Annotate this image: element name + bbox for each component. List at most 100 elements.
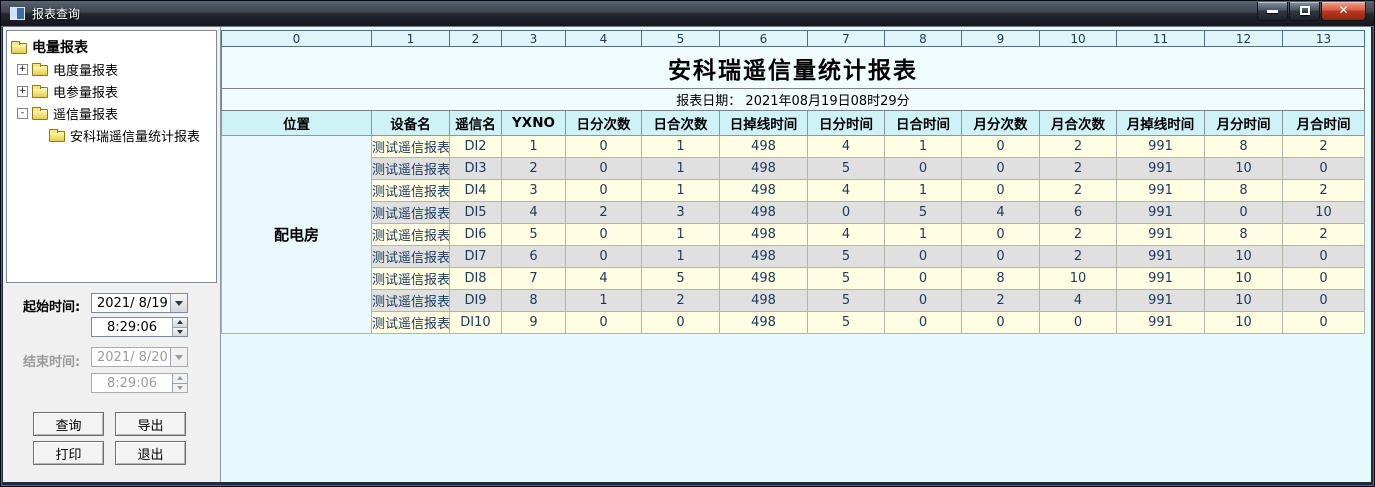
grid-cell: 10: [1283, 202, 1365, 224]
grid-cell: 5: [808, 290, 885, 312]
end-date-value: 2021/ 8/20: [92, 350, 170, 365]
grid-cell: 0: [1283, 268, 1365, 290]
grid-cell: 1: [502, 136, 566, 158]
tree-item[interactable]: -遥信量报表: [9, 102, 214, 124]
start-date-dropdown-button[interactable]: [170, 294, 187, 312]
grid-cell: 8: [502, 290, 566, 312]
grid-cell: 0: [1283, 158, 1365, 180]
grid-cell: 1: [642, 246, 720, 268]
grid-cell: 4: [566, 268, 642, 290]
end-time-updown: [172, 374, 187, 392]
header-row: 位置设备名遥信名YXNO日分次数日合次数日掉线时间日分时间日合时间月分次数月合次…: [222, 111, 1365, 136]
grid-cell: 测试遥信报表: [372, 312, 450, 334]
grid-cell: 9: [502, 312, 566, 334]
spin-down-button[interactable]: [173, 327, 187, 337]
grid-cell: 991: [1117, 136, 1205, 158]
grid-cell: 测试遥信报表: [372, 268, 450, 290]
column-header-cell: 日合时间: [885, 111, 962, 136]
grid-cell: 测试遥信报表: [372, 224, 450, 246]
collapse-icon[interactable]: -: [17, 108, 28, 119]
grid-cell: DI3: [450, 158, 502, 180]
grid-cell: 0: [1283, 312, 1365, 334]
grid-cell: 6: [1040, 202, 1117, 224]
grid-cell: 2: [642, 290, 720, 312]
grid-cell: 2: [1283, 136, 1365, 158]
column-header-cell: 月合次数: [1040, 111, 1117, 136]
grid-cell: 1: [566, 290, 642, 312]
close-button[interactable]: ✕: [1321, 2, 1366, 21]
grid-cell: 4: [502, 202, 566, 224]
query-button[interactable]: 查询: [33, 412, 104, 436]
folder-icon: [49, 131, 65, 142]
grid-cell: 8: [962, 268, 1040, 290]
tree-item[interactable]: +电度量报表: [9, 58, 214, 80]
table-row: 配电房测试遥信报表DI2101498410299182: [222, 136, 1365, 158]
column-header-cell: 月分时间: [1205, 111, 1283, 136]
maximize-button[interactable]: [1289, 2, 1320, 21]
column-number-cell: 4: [566, 31, 642, 47]
grid-cell: 0: [885, 246, 962, 268]
grid-cell: 0: [1040, 312, 1117, 334]
app-icon: [10, 7, 25, 20]
export-button[interactable]: 导出: [115, 412, 186, 436]
grid-cell: 991: [1117, 180, 1205, 202]
grid-cell: 0: [566, 224, 642, 246]
grid-cell: 4: [808, 180, 885, 202]
minimize-button[interactable]: [1257, 2, 1288, 21]
grid-cell: DI7: [450, 246, 502, 268]
expand-icon[interactable]: +: [17, 64, 28, 75]
grid-cell: 0: [885, 158, 962, 180]
table-row: 测试遥信报表DI4301498410299182: [222, 180, 1365, 202]
grid-cell: 2: [1040, 224, 1117, 246]
column-number-cell: 8: [885, 31, 962, 47]
end-time-label: 结束时间:: [23, 351, 80, 370]
start-time-spinner[interactable]: 8:29:06: [91, 317, 188, 337]
tree-item[interactable]: + 电参量报表: [9, 80, 214, 102]
grid-cell: 0: [962, 158, 1040, 180]
grid-cell: 测试遥信报表: [372, 158, 450, 180]
grid-cell: 498: [720, 158, 808, 180]
grid-cell: 0: [566, 180, 642, 202]
column-number-cell: 0: [222, 31, 372, 47]
tree-item-label: 电参量报表: [53, 82, 118, 101]
end-time-spinner: 8:29:06: [91, 373, 188, 393]
grid-cell: 6: [502, 246, 566, 268]
column-header-cell: 日掉线时间: [720, 111, 808, 136]
grid-cell: DI5: [450, 202, 502, 224]
grid-cell: 2: [1283, 224, 1365, 246]
tree-item[interactable]: 电量报表: [9, 36, 214, 58]
grid-cell: 1: [885, 136, 962, 158]
report-date-row: 报表日期： 2021年08月19日08时29分: [222, 89, 1365, 111]
grid-cell: 0: [566, 136, 642, 158]
grid-cell: 0: [885, 290, 962, 312]
column-header-cell: 月掉线时间: [1117, 111, 1205, 136]
exit-button[interactable]: 退出: [115, 441, 186, 465]
arrow-up-icon: [177, 376, 183, 380]
column-header-cell: 日合次数: [642, 111, 720, 136]
grid-body: 配电房测试遥信报表DI2101498410299182测试遥信报表DI32014…: [222, 136, 1365, 334]
grid-cell: 测试遥信报表: [372, 246, 450, 268]
spin-up-button[interactable]: [173, 318, 187, 327]
grid-cell: 7: [502, 268, 566, 290]
grid-cell: 1: [885, 224, 962, 246]
tree-item[interactable]: 安科瑞遥信量统计报表: [9, 124, 214, 146]
spin-down-button: [173, 383, 187, 393]
start-date-picker[interactable]: 2021/ 8/19: [91, 293, 188, 313]
grid-cell: 2: [1040, 246, 1117, 268]
print-button[interactable]: 打印: [33, 441, 104, 465]
expand-icon[interactable]: +: [17, 86, 28, 97]
grid-cell: 1: [642, 158, 720, 180]
report-title-row: 安科瑞遥信量统计报表: [222, 47, 1365, 89]
grid-cell: 0: [1205, 202, 1283, 224]
grid-cell: 5: [808, 246, 885, 268]
grid-cell: 498: [720, 312, 808, 334]
grid-cell: 991: [1117, 312, 1205, 334]
column-header-cell: 日分次数: [566, 111, 642, 136]
grid-cell: 991: [1117, 246, 1205, 268]
start-date-value: 2021/ 8/19: [92, 296, 170, 311]
grid-cell: 4: [808, 224, 885, 246]
table-row: 测试遥信报表DI32014985002991100: [222, 158, 1365, 180]
grid-cell: 1: [642, 136, 720, 158]
column-number-cell: 13: [1283, 31, 1365, 47]
grid-cell: 498: [720, 246, 808, 268]
